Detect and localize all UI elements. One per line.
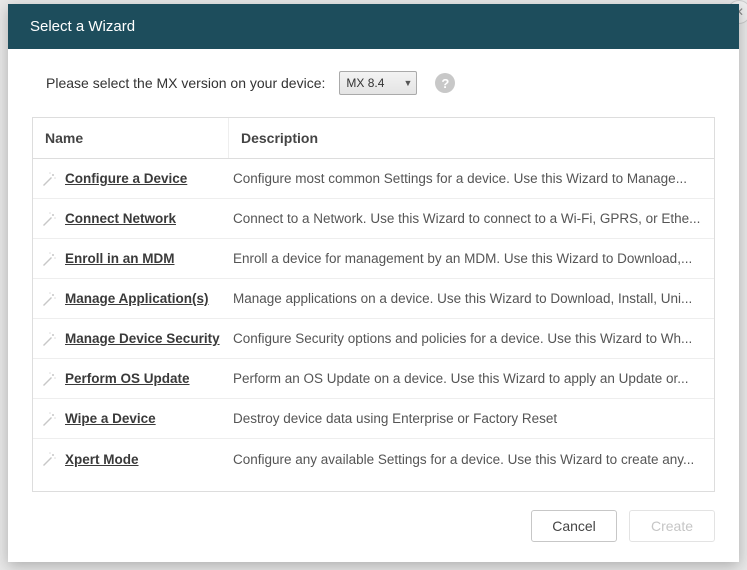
column-header-description: Description bbox=[229, 118, 714, 158]
help-icon[interactable]: ? bbox=[435, 73, 455, 93]
table-row[interactable]: Wipe a Device Destroy device data using E… bbox=[33, 399, 714, 439]
wizard-name-link[interactable]: Manage Device Security bbox=[65, 331, 220, 346]
select-wizard-dialog: Select a Wizard Please select the MX ver… bbox=[8, 4, 739, 562]
wizard-description: Perform an OS Update on a device. Use th… bbox=[229, 363, 714, 394]
wizard-name-link[interactable]: Xpert Mode bbox=[65, 452, 139, 467]
table-header: Name Description bbox=[33, 118, 714, 159]
wand-icon bbox=[41, 291, 57, 307]
cell-name: Manage Application(s) bbox=[33, 283, 229, 315]
cell-name: Perform OS Update bbox=[33, 363, 229, 395]
cell-name: Configure a Device bbox=[33, 163, 229, 195]
cell-name: Enroll in an MDM bbox=[33, 243, 229, 275]
table-body: Configure a Device Configure most common … bbox=[33, 159, 714, 479]
column-header-name: Name bbox=[33, 118, 229, 158]
cancel-button[interactable]: Cancel bbox=[531, 510, 617, 542]
cell-name: Connect Network bbox=[33, 203, 229, 235]
wizard-description: Configure any available Settings for a d… bbox=[229, 444, 714, 475]
wand-icon bbox=[41, 331, 57, 347]
table-row[interactable]: Manage Device Security Configure Security… bbox=[33, 319, 714, 359]
table-row[interactable]: Configure a Device Configure most common … bbox=[33, 159, 714, 199]
mx-version-label: Please select the MX version on your dev… bbox=[46, 75, 325, 91]
wizard-description: Destroy device data using Enterprise or … bbox=[229, 403, 714, 434]
wand-icon bbox=[41, 451, 57, 467]
cell-name: Wipe a Device bbox=[33, 403, 229, 435]
wizard-name-link[interactable]: Connect Network bbox=[65, 211, 176, 226]
wizard-name-link[interactable]: Manage Application(s) bbox=[65, 291, 209, 306]
wizard-description: Manage applications on a device. Use thi… bbox=[229, 283, 714, 314]
table-row[interactable]: Manage Application(s) Manage applications… bbox=[33, 279, 714, 319]
wand-icon bbox=[41, 171, 57, 187]
dialog-body: Please select the MX version on your dev… bbox=[8, 49, 739, 492]
wizard-name-link[interactable]: Wipe a Device bbox=[65, 411, 156, 426]
wizard-description: Configure most common Settings for a dev… bbox=[229, 163, 714, 194]
wizard-table: Name Description Configure a DeviceConfi… bbox=[32, 117, 715, 492]
cell-name: Xpert Mode bbox=[33, 443, 229, 475]
wizard-name-link[interactable]: Configure a Device bbox=[65, 171, 187, 186]
wand-icon bbox=[41, 251, 57, 267]
mx-version-row: Please select the MX version on your dev… bbox=[32, 71, 715, 95]
wand-icon bbox=[41, 211, 57, 227]
table-row[interactable]: Connect Network Connect to a Network. Use… bbox=[33, 199, 714, 239]
table-row[interactable]: Enroll in an MDM Enroll a device for mana… bbox=[33, 239, 714, 279]
wizard-description: Connect to a Network. Use this Wizard to… bbox=[229, 203, 714, 234]
dialog-title: Select a Wizard bbox=[8, 4, 739, 49]
table-row[interactable]: Perform OS Update Perform an OS Update on… bbox=[33, 359, 714, 399]
wizard-name-link[interactable]: Perform OS Update bbox=[65, 371, 190, 386]
wizard-description: Configure Security options and policies … bbox=[229, 323, 714, 354]
chevron-down-icon: ▼ bbox=[403, 78, 412, 88]
table-row[interactable]: Xpert Mode Configure any available Settin… bbox=[33, 439, 714, 479]
cell-name: Manage Device Security bbox=[33, 323, 229, 355]
wizard-description: Enroll a device for management by an MDM… bbox=[229, 243, 714, 274]
wizard-name-link[interactable]: Enroll in an MDM bbox=[65, 251, 175, 266]
create-button: Create bbox=[629, 510, 715, 542]
dialog-footer: Cancel Create bbox=[8, 492, 739, 562]
wand-icon bbox=[41, 371, 57, 387]
wand-icon bbox=[41, 411, 57, 427]
mx-version-value: MX 8.4 bbox=[346, 76, 384, 90]
mx-version-select[interactable]: MX 8.4 ▼ bbox=[339, 71, 417, 95]
